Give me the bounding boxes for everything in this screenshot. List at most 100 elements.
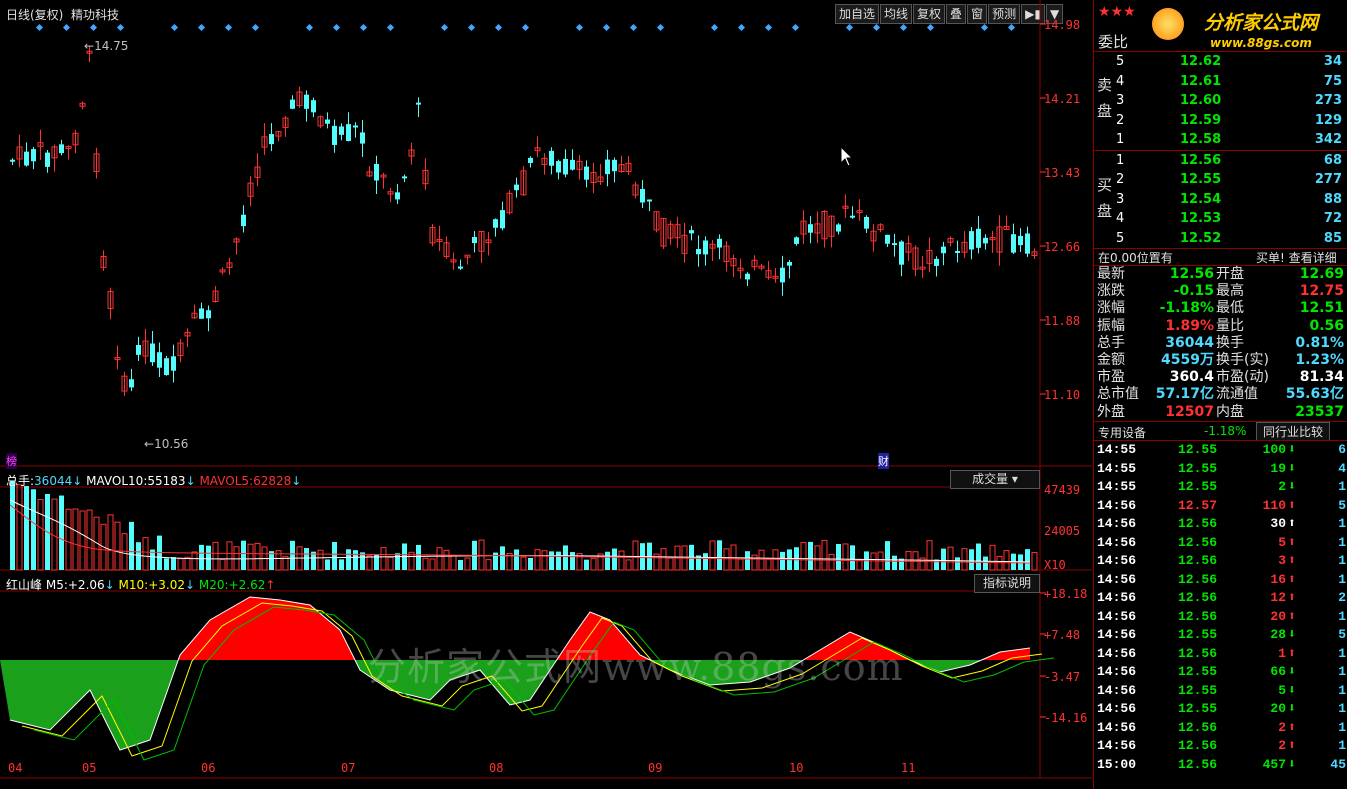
tick-row: 14:55 12.55 19 ⬇ 4 (1094, 460, 1347, 478)
volume-bar (584, 559, 589, 570)
candle-body (458, 266, 463, 269)
event-marker-icon (899, 23, 908, 32)
event-marker-icon (494, 23, 503, 32)
quote-label: 换手 (1216, 334, 1244, 351)
tick-time: 14:56 (1097, 516, 1137, 531)
quote-row: 金额 4559万 换手(实) 1.23% (1094, 352, 1347, 369)
tick-volume: 12 (1270, 590, 1286, 605)
arrow-up-icon: ⬆ (1288, 608, 1296, 624)
candle-body (864, 216, 869, 229)
candle-body (206, 310, 211, 319)
event-marker-icon (386, 23, 395, 32)
order-price: 12.61 (1180, 73, 1222, 89)
candle-body (304, 94, 309, 109)
volume-bar (353, 550, 358, 570)
candle-body (332, 125, 337, 145)
candle-body (836, 224, 841, 232)
quote-row: 总手 36044 换手 0.81% (1094, 335, 1347, 352)
volume-bar (458, 559, 463, 570)
volume-bar (780, 551, 785, 570)
volume-bar (395, 553, 400, 570)
volume-bar (416, 544, 421, 570)
candle-body (31, 149, 36, 162)
indicator-help-button[interactable]: 指标说明 (974, 574, 1040, 593)
tick-count: 1 (1338, 664, 1346, 679)
volume-bar (618, 550, 625, 571)
chart-area[interactable]: 日线(复权) 精功科技 加自选 均线 复权 叠 窗 预测 ▶▮ ▼ 14.98 … (0, 0, 1092, 789)
industry-label: 专用设备 (1098, 426, 1147, 440)
volume-bar (856, 559, 863, 571)
volume-bar (541, 550, 548, 571)
tick-count: 1 (1338, 553, 1346, 568)
event-marker-icon (116, 23, 125, 32)
quote-label: 市盈(动) (1216, 369, 1269, 386)
tick-count: 1 (1338, 682, 1346, 698)
volume-bar (1031, 552, 1038, 571)
tick-volume: 2 (1278, 738, 1286, 753)
volume-bar (709, 540, 716, 571)
volume-bar (171, 557, 176, 570)
candle-body (584, 166, 589, 180)
volume-bar (961, 548, 968, 571)
tick-row: 14:56 12.56 12 ⬆ 2 (1094, 589, 1347, 607)
volume-bar (563, 545, 568, 570)
event-marker-icon (170, 23, 179, 32)
volume-bar (836, 544, 841, 570)
tick-price: 12.56 (1178, 590, 1218, 605)
candle-body (1018, 235, 1023, 246)
candle-body (402, 176, 407, 179)
candle-body (150, 343, 155, 363)
indicator-tick: -3.47 (1044, 670, 1081, 684)
candle-body (374, 163, 379, 181)
event-marker-icon (197, 23, 206, 32)
volume-bar (366, 555, 373, 571)
volume-bar (142, 537, 149, 571)
indicator-tick: +7.48 (1044, 628, 1081, 642)
tick-volume: 16 (1270, 571, 1286, 587)
volume-bar (332, 541, 337, 570)
candle-body (955, 250, 960, 253)
volume-bar (290, 540, 295, 570)
arrow-up-icon: ⬆ (1288, 590, 1296, 605)
event-marker-icon (251, 23, 260, 32)
volume-bar (346, 549, 351, 570)
arrow-up-icon: ⬆ (1288, 534, 1296, 550)
order-book-buy-row: 1 12.56 68 (1094, 151, 1347, 171)
candle-body (899, 241, 904, 265)
tick-time: 14:56 (1097, 497, 1137, 513)
industry-compare-button[interactable]: 同行业比较 (1256, 422, 1331, 441)
tick-time: 14:56 (1097, 553, 1137, 568)
candle-body (528, 157, 533, 163)
event-marker-icon (926, 23, 935, 32)
finance-badge[interactable]: 财 (878, 453, 889, 469)
tick-count: 1 (1338, 719, 1346, 735)
buy-detail-link[interactable]: 买单! 查看详细 (1256, 249, 1337, 266)
month-tick: 10 (789, 761, 804, 775)
tick-volume: 100 (1262, 442, 1286, 457)
tick-time: 14:55 (1097, 442, 1137, 457)
candle-body (689, 230, 694, 234)
event-marker-icon (575, 23, 584, 32)
volume-tick: X10 (1044, 558, 1066, 572)
volume-bar (528, 557, 533, 570)
rank-badge[interactable]: 榜 (6, 453, 17, 469)
quote-label: 内盘 (1216, 403, 1244, 420)
tick-count: 1 (1338, 608, 1346, 624)
month-tick: 11 (901, 761, 916, 775)
order-price: 12.58 (1180, 132, 1222, 148)
candle-body (171, 356, 176, 371)
volume-bar (325, 559, 330, 570)
stars-icon: ★★★ (1098, 4, 1136, 20)
candle-body (717, 238, 722, 248)
industry-change: -1.18% (1204, 424, 1247, 438)
candle-body (164, 358, 169, 376)
tick-row: 14:56 12.56 16 ⬆ 1 (1094, 571, 1347, 589)
volume-indicator-select[interactable]: 成交量 ▾ (950, 470, 1040, 489)
month-tick: 09 (648, 761, 663, 775)
volume-bar (114, 521, 121, 571)
quote-value: 1.89% (1165, 317, 1214, 334)
volume-bar (304, 548, 309, 570)
tick-volume: 30 (1270, 516, 1286, 531)
event-marker-icon (332, 23, 341, 32)
order-volume: 277 (1314, 172, 1342, 188)
